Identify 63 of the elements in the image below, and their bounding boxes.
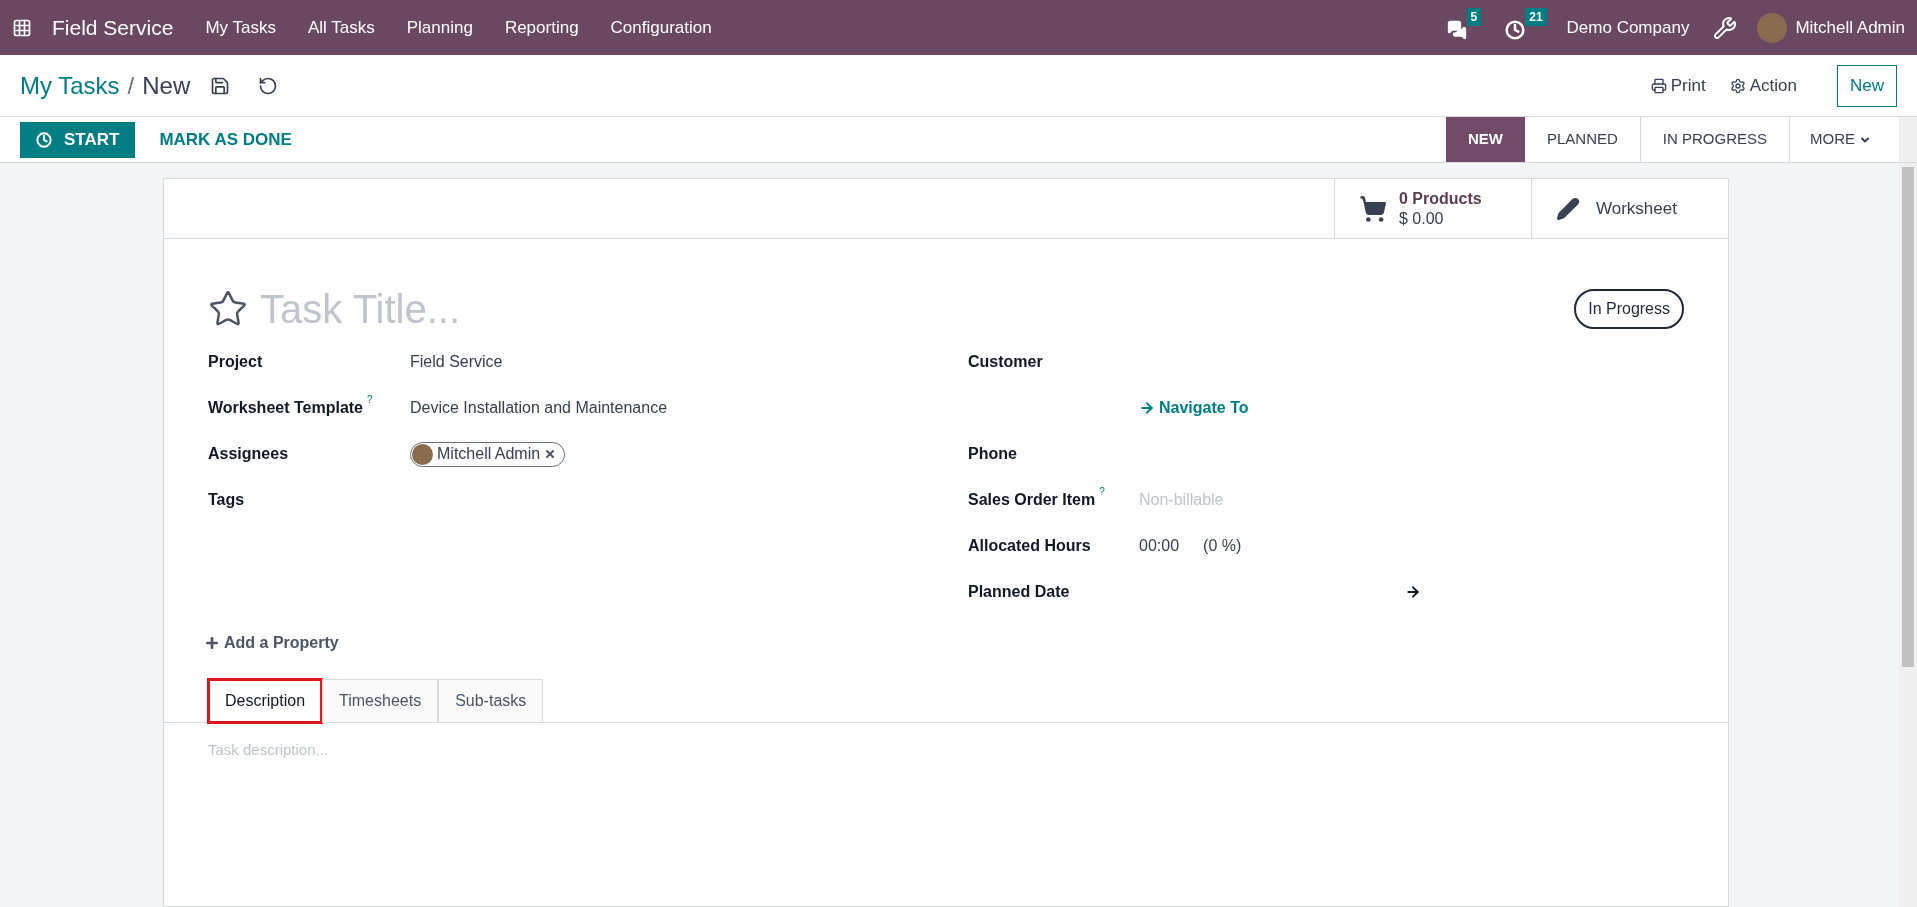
- field-label: Planned Date: [968, 582, 1070, 602]
- field-label: Tags: [208, 490, 245, 510]
- discard-icon[interactable]: [258, 75, 279, 96]
- percent-value: (0 %): [1203, 536, 1242, 556]
- print-button[interactable]: Print: [1650, 72, 1706, 99]
- cart-icon: [1359, 194, 1387, 223]
- user-menu[interactable]: Mitchell Admin: [1795, 14, 1905, 41]
- menu-item[interactable]: All Tasks: [307, 14, 375, 41]
- arrow-icon: [1405, 584, 1421, 600]
- breadcrumb-separator: /: [127, 70, 135, 101]
- clock-icon: [36, 131, 52, 148]
- field-label: Sales Order Item: [968, 490, 1096, 510]
- field-label: Assignees: [208, 444, 289, 464]
- plus-icon: [204, 635, 220, 651]
- field-value[interactable]: Field Service: [410, 350, 503, 374]
- tools-icon[interactable]: [1713, 15, 1738, 40]
- mark-done-button[interactable]: MARK AS DONE: [151, 121, 300, 158]
- help-icon[interactable]: ?: [367, 392, 373, 407]
- pencil-icon: [1556, 196, 1580, 221]
- field-value[interactable]: Device Installation and Maintenance: [410, 396, 668, 420]
- app-name[interactable]: Field Service: [52, 11, 174, 44]
- new-button[interactable]: New: [1837, 64, 1897, 107]
- field-label: Worksheet Template: [208, 398, 363, 418]
- menu-item[interactable]: Configuration: [610, 14, 712, 41]
- save-icon[interactable]: [210, 75, 231, 96]
- breadcrumb-link[interactable]: My Tasks: [20, 67, 120, 104]
- add-property-button[interactable]: Add a Property: [204, 631, 339, 655]
- apps-menu-icon[interactable]: [12, 17, 32, 38]
- company-switcher[interactable]: Demo Company: [1566, 14, 1690, 41]
- count-badge: 5: [1466, 7, 1482, 26]
- printer-icon: [1650, 77, 1667, 94]
- gear-icon: [1729, 77, 1746, 94]
- hours-value[interactable]: 00:00: [1139, 534, 1180, 558]
- breadcrumb-current: New: [142, 70, 191, 101]
- stage-button[interactable]: NEW: [1445, 117, 1525, 162]
- description-field[interactable]: Task description...: [208, 739, 1684, 762]
- count-badge: 21: [1525, 7, 1547, 26]
- tab[interactable]: Timesheets: [322, 679, 439, 723]
- help-icon[interactable]: ?: [1099, 484, 1105, 499]
- input-field[interactable]: Non-billable: [1139, 488, 1439, 512]
- tab[interactable]: Sub-tasks: [438, 679, 544, 723]
- tab[interactable]: Description: [208, 679, 323, 723]
- activities-icon[interactable]: [1505, 19, 1526, 40]
- scrollbar[interactable]: [1899, 117, 1917, 162]
- menu-item[interactable]: Planning: [406, 14, 473, 41]
- field-label: Phone: [968, 444, 1017, 464]
- title-field[interactable]: Task Title...: [260, 279, 1575, 339]
- navigate-link[interactable]: Navigate To: [1139, 396, 1249, 420]
- start-button[interactable]: START: [20, 121, 136, 158]
- field-label: Customer: [968, 352, 1043, 372]
- field-label: Project: [208, 352, 263, 372]
- products-smart-button[interactable]: 0 Products $ 0.00: [1334, 179, 1531, 238]
- avatar-icon: [412, 443, 433, 465]
- action-button[interactable]: Action: [1729, 72, 1797, 99]
- remove-icon[interactable]: [544, 448, 557, 460]
- worksheet-smart-button[interactable]: Worksheet: [1531, 179, 1728, 238]
- messages-icon[interactable]: [1446, 19, 1467, 40]
- menu-item[interactable]: Reporting: [504, 14, 579, 41]
- menu-item[interactable]: My Tasks: [205, 14, 276, 41]
- scrollbar[interactable]: [1899, 163, 1917, 907]
- field-label: Allocated Hours: [968, 536, 1091, 556]
- arrow-icon: [1139, 400, 1155, 416]
- state-badge[interactable]: In Progress: [1574, 289, 1684, 329]
